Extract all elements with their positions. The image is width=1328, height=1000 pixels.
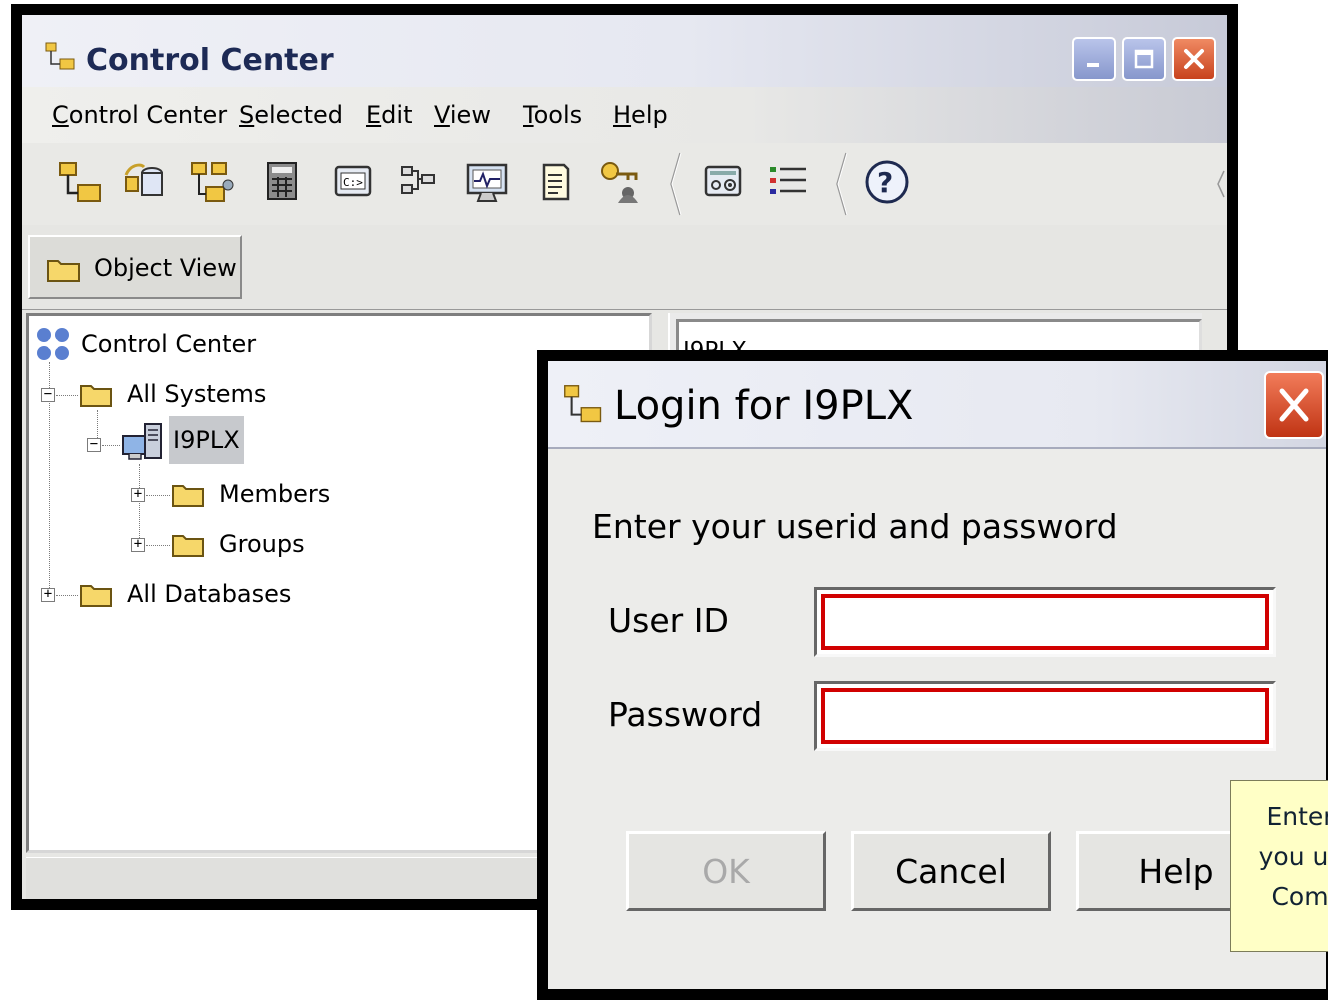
menu-mnemonic: V <box>434 101 450 129</box>
menu-view[interactable]: View <box>434 101 491 129</box>
tooltip-line: Enter <box>1266 802 1328 831</box>
task-center-icon[interactable] <box>394 157 444 207</box>
tree-item-control-center[interactable]: Control Center <box>81 330 256 358</box>
tree-item-members[interactable]: Members <box>219 480 330 508</box>
details-view-icon[interactable] <box>764 157 814 207</box>
menu-tools[interactable]: Tools <box>523 101 582 129</box>
control-center-app-icon <box>564 385 602 423</box>
login-dialog: Login for I9PLX Enter your userid and pa… <box>537 350 1328 1000</box>
maximize-button[interactable] <box>1122 37 1166 81</box>
password-input[interactable] <box>821 688 1269 744</box>
tree-item-all-systems[interactable]: All Systems <box>127 380 266 408</box>
control-center-root-icon <box>37 328 69 360</box>
menu-selected[interactable]: Selected <box>239 101 343 129</box>
expand-toggle[interactable]: + <box>41 587 55 602</box>
password-field-frame <box>814 681 1276 751</box>
menu-mnemonic: T <box>523 101 534 129</box>
ok-button[interactable]: OK <box>626 831 826 911</box>
tree-line <box>146 545 170 546</box>
userid-field-frame <box>814 587 1276 657</box>
menu-mnemonic: E <box>366 101 382 129</box>
menu-mnemonic: S <box>239 101 255 129</box>
menu-view-rest: iew <box>449 101 491 129</box>
menu-selected-rest: elected <box>254 101 344 129</box>
login-dialog-title: Login for I9PLX <box>614 383 914 429</box>
minimize-icon <box>1087 63 1099 67</box>
menu-mnemonic: C <box>52 101 69 129</box>
svg-text:C:>: C:> <box>343 176 363 189</box>
menu-mnemonic: H <box>613 101 632 129</box>
login-dialog-body: Login for I9PLX Enter your userid and pa… <box>546 359 1328 991</box>
tooltip-line: Com <box>1271 882 1328 911</box>
folder-icon <box>47 260 80 282</box>
license-center-icon[interactable] <box>596 157 646 207</box>
command-center-icon[interactable] <box>258 157 308 207</box>
menu-help[interactable]: Help <box>613 101 668 129</box>
title-bar[interactable]: Control Center <box>22 15 1227 88</box>
system-server-icon <box>122 423 162 460</box>
password-label: Password <box>608 695 763 734</box>
expand-toggle[interactable]: + <box>131 537 145 552</box>
tree-line <box>56 395 78 396</box>
close-button[interactable] <box>1172 37 1216 81</box>
collapse-toggle[interactable]: − <box>41 387 55 402</box>
tab-object-view-label: Object View <box>94 254 237 282</box>
menu-help-rest: elp <box>631 101 668 129</box>
tooltip-line: p <box>1231 917 1328 957</box>
expand-toggle[interactable]: + <box>131 487 145 502</box>
login-close-button[interactable] <box>1264 371 1324 439</box>
replication-icon[interactable] <box>122 157 172 207</box>
toolbar-overflow-separator <box>1217 170 1225 198</box>
userid-input[interactable] <box>821 594 1269 650</box>
toolbar-separator <box>670 152 682 216</box>
svg-text:?: ? <box>877 166 893 199</box>
tools-settings-icon[interactable] <box>698 157 748 207</box>
folder-icon <box>172 535 204 557</box>
control-center-app-icon <box>45 42 75 70</box>
menu-control-center-rest: ontrol Center <box>68 101 228 129</box>
login-title-bar[interactable]: Login for I9PLX <box>548 361 1326 449</box>
tree-line <box>102 445 120 446</box>
satellite-icon[interactable] <box>188 157 238 207</box>
folder-icon <box>172 485 204 507</box>
menu-bar: Control Center Selected Edit View Tools … <box>22 87 1227 143</box>
folder-icon <box>80 585 112 607</box>
maximize-icon <box>1134 49 1154 69</box>
object-tree-icon[interactable] <box>56 157 106 207</box>
tree-item-all-databases[interactable]: All Databases <box>127 580 291 608</box>
close-icon <box>1184 49 1204 69</box>
toolbar-separator <box>836 152 848 216</box>
command-window-icon[interactable]: C:> <box>328 157 378 207</box>
minimize-button[interactable] <box>1072 37 1116 81</box>
menu-edit-rest: dit <box>381 101 413 129</box>
cancel-button[interactable]: Cancel <box>851 831 1051 911</box>
toolbar: C:> ? <box>22 143 1227 226</box>
menu-edit[interactable]: Edit <box>366 101 412 129</box>
health-center-icon[interactable] <box>462 157 512 207</box>
tab-object-view[interactable]: Object View <box>28 235 242 299</box>
userid-label: User ID <box>608 601 729 640</box>
tree-line <box>56 595 78 596</box>
window-title: Control Center <box>86 43 334 78</box>
tree-line <box>146 495 170 496</box>
menu-control-center[interactable]: Control Center <box>52 101 227 129</box>
menu-tools-rest: ools <box>533 101 583 129</box>
tree-item-i9plx[interactable]: I9PLX <box>169 416 244 464</box>
help-icon[interactable]: ? <box>862 157 912 207</box>
close-icon <box>1279 388 1309 422</box>
tooltip-line: you us <box>1258 842 1328 871</box>
login-prompt-text: Enter your userid and password <box>592 507 1118 546</box>
view-tab-bar: Object View <box>22 225 1227 310</box>
tooltip: Enter you us Com p <box>1230 780 1328 952</box>
collapse-toggle[interactable]: − <box>87 437 101 452</box>
journal-icon[interactable] <box>530 157 580 207</box>
tree-item-groups[interactable]: Groups <box>219 530 305 558</box>
folder-icon <box>80 385 112 407</box>
